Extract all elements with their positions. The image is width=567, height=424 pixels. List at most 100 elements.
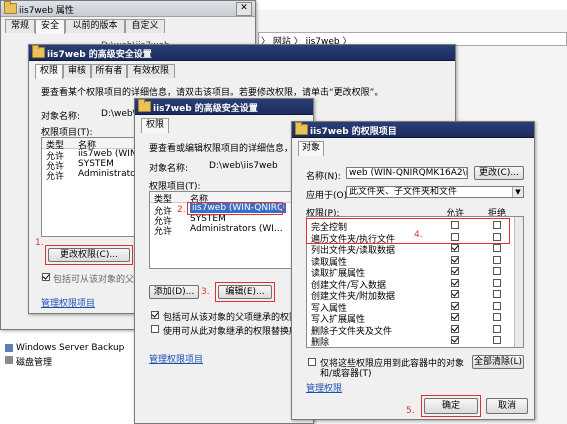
permission-row: 删除 [307, 334, 514, 348]
adv2-title: iis7web 的高级安全设置 [153, 104, 258, 114]
close-icon[interactable]: ✕ [236, 2, 252, 16]
permission-entry-window: iis7web 的权限项目 对象 名称(N): web (WIN-QNIRQMK… [291, 121, 535, 420]
add-button[interactable]: 添加(D)... [149, 285, 199, 299]
adv1-info: 要查看某个权限项目的详细信息，请双击该项目。若要修改权限，请单击“更改权限”。 [41, 88, 384, 98]
apply-only-checkbox[interactable] [308, 358, 316, 366]
permission-label: 删除 [311, 338, 330, 348]
allow-checkbox[interactable] [451, 267, 459, 275]
table-row[interactable]: 允许 SYSTEM [42, 159, 136, 172]
row-type: 允许 [46, 172, 65, 182]
marker-2: 2. [177, 205, 186, 215]
perm-title: iis7web 的权限项目 [310, 127, 397, 137]
clear-all-button[interactable]: 全部清除(L) [472, 355, 524, 369]
adv2-object-label: 对象名称: [149, 164, 189, 174]
adv2-info: 要查看或编辑权限项目的详细信息，请选 [149, 144, 312, 154]
permission-row: 读取属性 [307, 254, 514, 268]
allow-checkbox[interactable] [451, 336, 459, 344]
row-type: 允许 [154, 227, 173, 237]
permission-row: 删除子文件夹及文件 [307, 323, 514, 337]
allow-checkbox[interactable] [451, 244, 459, 252]
folder-icon [32, 45, 45, 58]
row-name: SYSTEM [190, 214, 226, 224]
scrollbar[interactable] [514, 217, 523, 347]
adv1-inherit-text: 包括可从该对象的父 [53, 275, 135, 285]
marker-3: 3. [201, 287, 210, 297]
marker-1: 1. [35, 238, 44, 248]
edit-button[interactable]: 编辑(E)... [218, 285, 272, 299]
adv1-title: iis7web 的高级安全设置 [47, 50, 152, 60]
adv1-inherit-checkbox[interactable] [42, 273, 50, 281]
table-row[interactable]: 允许 Administrato [42, 169, 136, 182]
properties-title: iis7web 属性 [19, 6, 74, 16]
allow-checkbox[interactable] [451, 313, 459, 321]
folder-icon [4, 1, 17, 14]
chevron-down-icon: ▼ [512, 187, 523, 197]
adv1-manage-link[interactable]: 管理权限项目 [41, 296, 95, 309]
tab-permissions[interactable]: 权限 [141, 118, 169, 133]
apply-to-label: 应用于(O): [306, 191, 351, 201]
tab-security[interactable]: 安全 [35, 19, 65, 34]
tab-custom[interactable]: 自定义 [125, 19, 165, 33]
change-permissions-button[interactable]: 更改权限(C)... [48, 248, 130, 262]
deny-checkbox[interactable] [493, 290, 501, 298]
table-row[interactable]: 允许 iis7web (WIN [42, 149, 137, 162]
adv2-object-value: D:\web\iis7web [209, 161, 278, 171]
tab-object[interactable]: 对象 [298, 141, 324, 156]
advanced-security-window-2: iis7web 的高级安全设置 权限 要查看或编辑权限项目的详细信息，请选 对象… [134, 98, 314, 424]
deny-checkbox[interactable] [493, 278, 501, 287]
tab-owner[interactable]: 所有者 [91, 64, 127, 78]
marker-5: 5. [406, 406, 415, 416]
adv2-manage-link[interactable]: 管理权限项目 [149, 352, 203, 365]
apply-to-select[interactable]: 此文件夹、子文件夹和文件 ▼ [346, 186, 524, 198]
adv1-permission-list[interactable]: 类型 名称 允许 iis7web (WIN 允许 SYSTEM 允许 Admin… [41, 137, 137, 237]
adv2-inherit-checkbox[interactable] [151, 311, 159, 319]
explorer-item-disk[interactable]: 磁盘管理 [16, 355, 52, 368]
name-field[interactable]: web (WIN-QNIRQMK16A2\iis7web) [346, 167, 468, 179]
permission-row: 创建文件夹/附加数据 [307, 288, 514, 302]
adv2-replace-checkbox[interactable] [151, 325, 159, 333]
allow-checkbox[interactable] [451, 290, 459, 298]
adv1-object-label: 对象名称: [41, 112, 81, 122]
deny-checkbox[interactable] [493, 301, 501, 310]
table-row[interactable]: 允许 SYSTEM [150, 214, 310, 227]
deny-checkbox[interactable] [493, 255, 501, 264]
tab-permissions[interactable]: 权限 [35, 64, 63, 79]
change-name-button[interactable]: 更改(C)... [474, 166, 524, 180]
manage-permissions-link[interactable]: 管理权限 [306, 381, 342, 394]
deny-checkbox[interactable] [493, 324, 501, 333]
tab-auditing[interactable]: 审核 [63, 64, 91, 78]
row-name: Administrators (WI... [190, 224, 283, 234]
tab-effective-permissions[interactable]: 有效权限 [127, 64, 175, 78]
row-name: SYSTEM [78, 159, 114, 169]
folder-icon [295, 122, 308, 135]
deny-checkbox[interactable] [493, 244, 501, 252]
permission-row: 读取扩展属性 [307, 265, 514, 279]
deny-checkbox[interactable] [493, 313, 501, 321]
adv2-inherit-text: 包括可从该对象的父项继承的权限( [163, 313, 302, 323]
allow-checkbox[interactable] [451, 324, 459, 333]
name-value: web (WIN-QNIRQMK16A2\iis7web) [349, 168, 468, 178]
tab-general[interactable]: 常规 [5, 19, 35, 33]
row-name: iis7web (WIN [78, 149, 137, 159]
highlight-selected-entry [187, 202, 283, 215]
permission-row: 写入属性 [307, 300, 514, 314]
deny-checkbox[interactable] [493, 336, 501, 344]
name-label: 名称(N): [306, 172, 341, 182]
permission-row: 写入扩展属性 [307, 311, 514, 325]
deny-checkbox[interactable] [493, 267, 501, 275]
adv2-replace-text: 使用可从此对象继承的权限替换所有 [163, 327, 308, 337]
allow-checkbox[interactable] [451, 255, 459, 264]
allow-checkbox[interactable] [451, 301, 459, 310]
apply-to-value: 此文件夹、子文件夹和文件 [349, 187, 458, 197]
explorer-item-backup[interactable]: Windows Server Backup [16, 343, 124, 353]
permission-row: 创建文件/写入数据 [307, 277, 514, 291]
allow-checkbox[interactable] [451, 278, 459, 287]
highlight-first-rows [306, 218, 510, 244]
disk-icon [5, 356, 13, 364]
apply-only-text-2: 和/或容器(T) [320, 369, 372, 379]
tab-previous-versions[interactable]: 以前的版本 [65, 19, 125, 33]
folder-icon [138, 99, 151, 112]
cancel-button[interactable]: 取消 [486, 398, 528, 414]
table-row[interactable]: 允许 Administrators (WI... [150, 224, 310, 237]
ok-button[interactable]: 确定 [424, 398, 478, 414]
